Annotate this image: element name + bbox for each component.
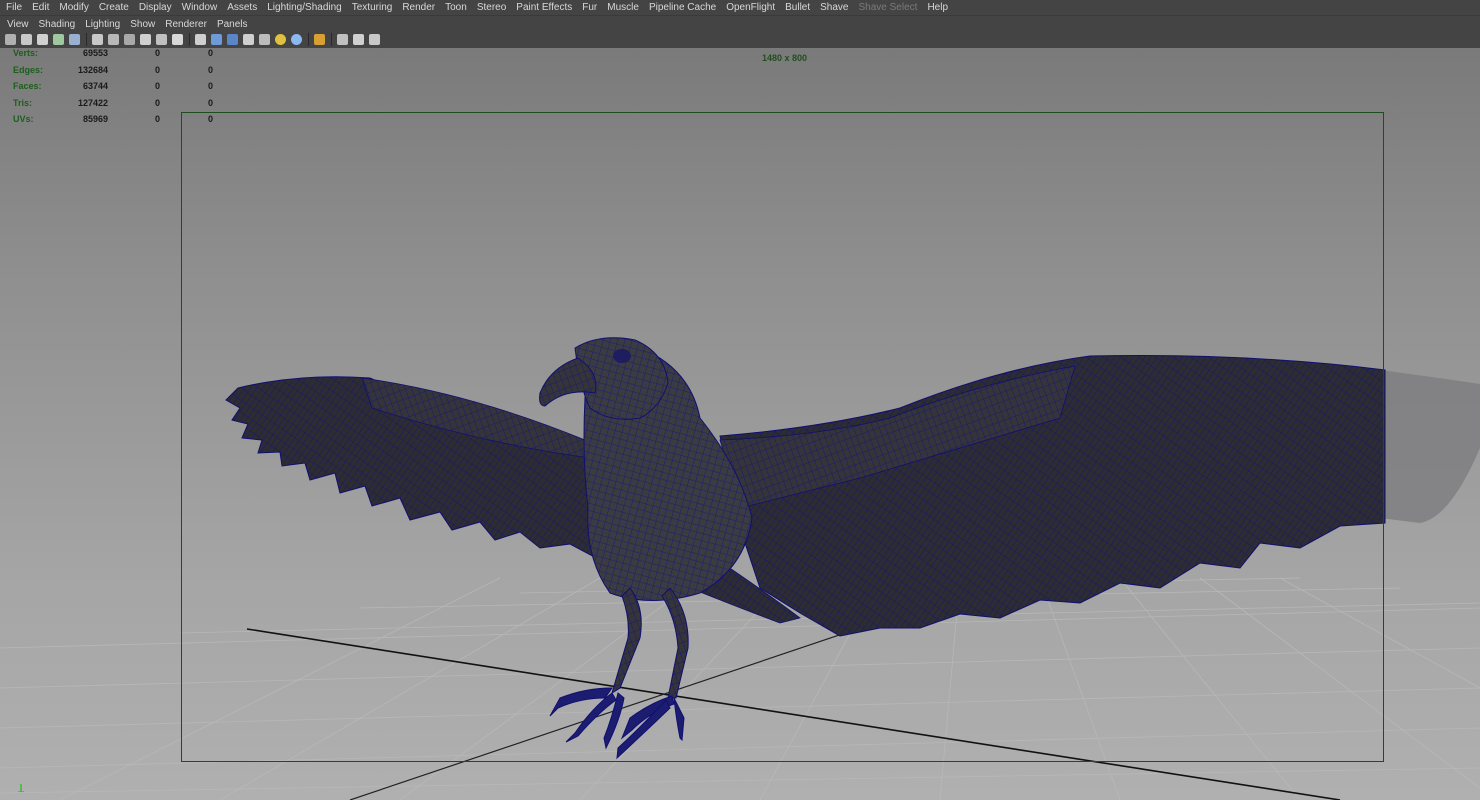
view-axis-icon <box>18 784 24 792</box>
menu-modify[interactable]: Modify <box>54 2 93 13</box>
wireframe-icon[interactable] <box>195 34 206 45</box>
hud-label: Verts: <box>13 48 39 58</box>
menu-edit[interactable]: Edit <box>27 2 54 13</box>
viewport-3d[interactable]: 1480 x 800 Verts: 69553 0 0 Edges: 132684 0 0 Fa… <box>0 48 1480 800</box>
menu-texturing[interactable]: Texturing <box>347 2 398 13</box>
menu-bullet[interactable]: Bullet <box>780 2 815 13</box>
menu-render[interactable]: Render <box>397 2 440 13</box>
panel-toolbar <box>0 31 1480 49</box>
resolution-gate-icon[interactable] <box>108 34 119 45</box>
menu-file[interactable]: File <box>0 2 27 13</box>
smooth-shade-icon[interactable] <box>211 34 222 45</box>
field-chart-icon[interactable] <box>140 34 151 45</box>
hud-label: Faces: <box>13 81 42 91</box>
main-menubar: File Edit Modify Create Display Window Assets L… <box>0 0 1480 15</box>
hud-value-total: 63744 <box>82 81 108 91</box>
hud-value-components: 0 <box>207 64 213 75</box>
toolbar-separator <box>86 33 87 46</box>
toolbar-separator <box>189 33 190 46</box>
hud-value-selected: 0 <box>154 81 160 91</box>
menu-display[interactable]: Display <box>134 2 177 13</box>
menu-help[interactable]: Help <box>922 2 953 13</box>
textured-icon[interactable] <box>259 34 270 45</box>
panel-menu-show[interactable]: Show <box>125 19 160 30</box>
bookmark-icon[interactable] <box>37 34 48 45</box>
film-gate-icon[interactable] <box>92 34 103 45</box>
menu-stereo[interactable]: Stereo <box>472 2 511 13</box>
bounding-box-icon[interactable] <box>243 34 254 45</box>
flat-shade-icon[interactable] <box>227 34 238 45</box>
safe-title-icon[interactable] <box>172 34 183 45</box>
image-plane-icon[interactable] <box>53 34 64 45</box>
hud-value-components: 0 <box>207 81 213 91</box>
menu-pipeline-cache[interactable]: Pipeline Cache <box>644 2 721 13</box>
hud-value-selected: 0 <box>154 114 160 124</box>
menu-openflight[interactable]: OpenFlight <box>721 2 780 13</box>
panel-menubar: View Shading Lighting Show Renderer Panels <box>0 15 1480 32</box>
menu-create[interactable]: Create <box>94 2 134 13</box>
hud-value-components: 0 <box>207 97 213 108</box>
backface-icon[interactable] <box>369 34 380 45</box>
menu-paint-effects[interactable]: Paint Effects <box>511 2 577 13</box>
hud-value-total: 69553 <box>82 48 108 58</box>
menu-shave-select[interactable]: Shave Select <box>854 2 923 13</box>
hud-value-selected: 0 <box>154 64 160 75</box>
menu-window[interactable]: Window <box>177 2 223 13</box>
hud-value-total: 127422 <box>77 97 108 108</box>
resolution-label: 1480 x 800 <box>762 53 808 63</box>
panel-menu-shading[interactable]: Shading <box>34 19 81 30</box>
camera-attributes-icon[interactable] <box>21 34 32 45</box>
hud-label: Edges: <box>13 64 44 75</box>
menu-lighting-shading[interactable]: Lighting/Shading <box>262 2 347 13</box>
panel-menu-lighting[interactable]: Lighting <box>80 19 125 30</box>
hud-value-components: 0 <box>207 48 213 58</box>
menu-shave[interactable]: Shave <box>815 2 853 13</box>
hud-value-components: 0 <box>207 114 213 124</box>
xray-icon[interactable] <box>337 34 348 45</box>
panel-menu-view[interactable]: View <box>0 19 34 30</box>
hud-label: Tris: <box>13 97 33 108</box>
toolbar-separator <box>308 33 309 46</box>
grid-toggle-icon[interactable] <box>69 34 80 45</box>
menu-toon[interactable]: Toon <box>440 2 472 13</box>
hud-value-selected: 0 <box>154 97 160 108</box>
menu-assets[interactable]: Assets <box>222 2 262 13</box>
toolbar-separator <box>331 33 332 46</box>
hud-value-selected: 0 <box>154 48 160 58</box>
xray-joints-icon[interactable] <box>353 34 364 45</box>
gate-mask-icon[interactable] <box>124 34 135 45</box>
menu-muscle[interactable]: Muscle <box>602 2 644 13</box>
shadows-icon[interactable] <box>291 34 302 45</box>
safe-action-icon[interactable] <box>156 34 167 45</box>
menu-fur[interactable]: Fur <box>577 2 602 13</box>
camera-select-icon[interactable] <box>5 34 16 45</box>
panel-menu-renderer[interactable]: Renderer <box>160 19 212 30</box>
hud-value-total: 132684 <box>77 64 108 75</box>
default-light-icon[interactable] <box>275 34 286 45</box>
isolate-select-icon[interactable] <box>314 34 325 45</box>
resolution-gate <box>181 112 1384 762</box>
hud-label: UVs: <box>13 114 34 124</box>
hud-value-total: 85969 <box>82 114 108 124</box>
panel-menu-panels[interactable]: Panels <box>212 19 253 30</box>
